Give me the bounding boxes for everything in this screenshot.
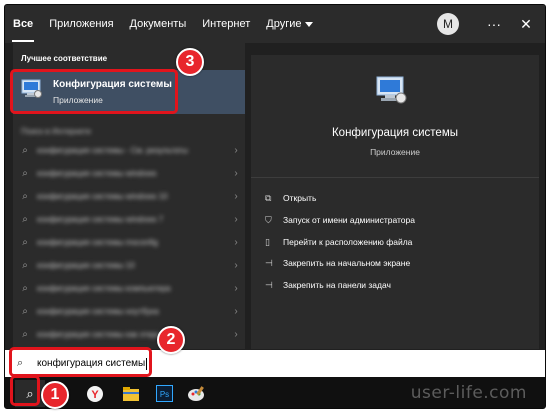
ellipsis-icon[interactable]: ··· bbox=[481, 16, 507, 32]
shield-admin-icon: ⛉ bbox=[265, 214, 272, 225]
chevron-right-icon: › bbox=[234, 305, 238, 317]
highlight-best-match bbox=[10, 69, 178, 114]
chevron-right-icon: › bbox=[234, 328, 238, 340]
file-explorer-icon bbox=[123, 386, 139, 401]
search-icon: ⌕ bbox=[22, 144, 28, 156]
svg-text:Y: Y bbox=[91, 389, 99, 401]
search-icon: ⌕ bbox=[22, 190, 28, 202]
tab-more-label: Другие bbox=[266, 18, 302, 30]
web-suggestion-text: конфигурация системы ноутбука bbox=[37, 306, 159, 316]
web-suggestion-text: конфигурация системы msconfig bbox=[37, 237, 158, 247]
tab-web[interactable]: Интернет bbox=[194, 5, 258, 43]
pin-icon: ⊣ bbox=[265, 257, 273, 268]
web-search-heading: Поиск в Интернете bbox=[21, 127, 92, 136]
chevron-right-icon: › bbox=[234, 282, 238, 294]
chevron-right-icon: › bbox=[234, 213, 238, 225]
action-label: Открыть bbox=[283, 193, 317, 203]
watermark: user-life.com bbox=[410, 383, 527, 403]
web-suggestion-text: конфигурация системы windows bbox=[37, 168, 157, 178]
action-pin-to-taskbar[interactable]: ⊣ Закрепить на панели задач bbox=[265, 276, 391, 294]
web-suggestion[interactable]: ⌕ конфигурация системы windows 10 › bbox=[13, 185, 245, 207]
taskbar-paint[interactable] bbox=[183, 380, 211, 407]
details-divider bbox=[251, 177, 539, 178]
yandex-browser-icon: Y bbox=[87, 385, 103, 402]
file-location-icon: ▯ bbox=[265, 236, 270, 247]
photoshop-icon: Ps bbox=[155, 385, 173, 402]
callout-badge-1: 1 bbox=[41, 381, 69, 409]
search-icon: ⌕ bbox=[22, 328, 28, 340]
chevron-right-icon: › bbox=[234, 144, 238, 156]
pin-icon: ⊣ bbox=[265, 279, 273, 290]
web-suggestion[interactable]: ⌕ конфигурация системы ноутбука › bbox=[13, 300, 245, 322]
web-suggestion[interactable]: ⌕ конфигурация системы компьютера › bbox=[13, 277, 245, 299]
web-suggestion[interactable]: ⌕ конфигурация системы windows 7 › bbox=[13, 208, 245, 230]
taskbar-photoshop[interactable]: Ps bbox=[150, 380, 178, 407]
details-title: Конфигурация системы bbox=[331, 127, 458, 139]
open-icon: ⧉ bbox=[265, 192, 272, 203]
search-icon: ⌕ bbox=[22, 259, 28, 271]
highlight-search-box bbox=[9, 347, 152, 377]
web-suggestion[interactable]: ⌕ конфигурация системы windows › bbox=[13, 162, 245, 184]
search-icon: ⌕ bbox=[22, 167, 28, 179]
web-suggestion[interactable]: ⌕ конфигурация системы 10 › bbox=[13, 254, 245, 276]
web-suggestion-text: конфигурация системы как открыть bbox=[37, 329, 170, 339]
taskbar-file-explorer[interactable] bbox=[117, 380, 145, 407]
search-icon: ⌕ bbox=[22, 282, 28, 294]
details-subtitle: Приложение bbox=[370, 147, 420, 157]
tab-more[interactable]: Другие bbox=[258, 5, 321, 43]
web-suggestion-text: конфигурация системы windows 7 bbox=[37, 214, 164, 224]
highlight-search-button bbox=[10, 375, 40, 406]
action-run-as-admin[interactable]: ⛉ Запуск от имени администратора bbox=[265, 211, 415, 229]
tab-documents[interactable]: Документы bbox=[122, 5, 195, 43]
tab-apps[interactable]: Приложения bbox=[41, 5, 121, 43]
web-suggestion-text: конфигурация системы компьютера bbox=[37, 283, 171, 293]
web-suggestion-text: конфигурация системы 10 bbox=[37, 260, 135, 270]
action-open[interactable]: ⧉ Открыть bbox=[265, 189, 316, 207]
search-icon: ⌕ bbox=[22, 236, 28, 248]
search-icon: ⌕ bbox=[22, 305, 28, 317]
taskbar-yandex-browser[interactable]: Y bbox=[81, 380, 109, 407]
avatar[interactable]: M bbox=[437, 13, 459, 35]
svg-text:Ps: Ps bbox=[159, 390, 168, 399]
action-pin-to-start[interactable]: ⊣ Закрепить на начальном экране bbox=[265, 254, 410, 272]
chevron-right-icon: › bbox=[234, 259, 238, 271]
action-label: Перейти к расположению файла bbox=[283, 237, 413, 247]
details-panel: Конфигурация системы Приложение ⧉ Открыть… bbox=[251, 55, 539, 349]
action-open-file-location[interactable]: ▯ Перейти к расположению файла bbox=[265, 233, 412, 251]
web-suggestion[interactable]: ⌕ конфигурация системы msconfig › bbox=[13, 231, 245, 253]
action-label: Запуск от имени администратора bbox=[283, 215, 415, 225]
web-suggestion-text: конфигурация системы - См. результаты bbox=[37, 145, 189, 155]
action-label: Закрепить на панели задач bbox=[283, 280, 391, 290]
paint-icon bbox=[188, 385, 204, 401]
chevron-right-icon: › bbox=[234, 236, 238, 248]
web-suggestion[interactable]: ⌕ конфигурация системы как открыть › bbox=[13, 323, 245, 345]
web-suggestion-text: конфигурация системы windows 10 bbox=[37, 191, 168, 201]
tab-all[interactable]: Все bbox=[5, 5, 41, 43]
search-scope-tabs: Все Приложения Документы Интернет Другие… bbox=[5, 5, 545, 43]
search-icon: ⌕ bbox=[22, 213, 28, 225]
chevron-right-icon: › bbox=[234, 167, 238, 179]
web-suggestion[interactable]: ⌕ конфигурация системы - См. результаты › bbox=[13, 139, 245, 161]
best-match-heading: Лучшее соответствие bbox=[21, 54, 108, 63]
action-label: Закрепить на начальном экране bbox=[283, 258, 411, 268]
msconfig-icon bbox=[376, 76, 407, 104]
callout-badge-3: 3 bbox=[176, 48, 204, 76]
close-icon[interactable]: ✕ bbox=[513, 16, 539, 33]
chevron-down-icon bbox=[305, 21, 314, 27]
callout-badge-2: 2 bbox=[157, 326, 185, 354]
chevron-right-icon: › bbox=[234, 190, 238, 202]
